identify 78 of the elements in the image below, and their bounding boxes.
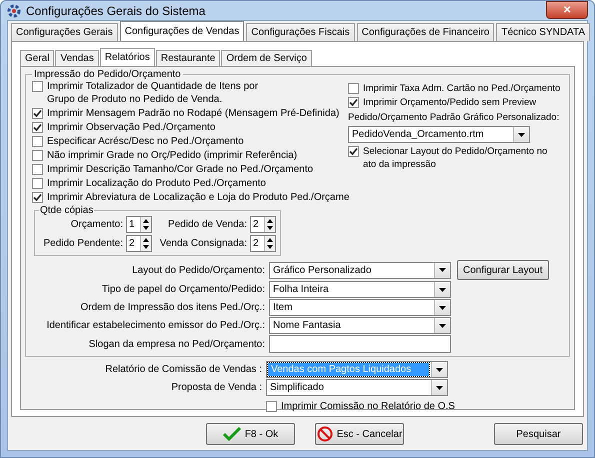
- tab[interactable]: Configurações de Financeiro: [356, 23, 494, 41]
- checkbox-label: Imprimir Taxa Adm. Cartão no Ped./Orçamento: [363, 82, 560, 95]
- spin-arrows-icon[interactable]: [140, 217, 151, 232]
- checkbox[interactable]: [348, 83, 359, 94]
- field-label: Pedido/Orçamento Padrão Gráfico Personalizado:: [348, 111, 560, 124]
- gear-icon: [7, 4, 21, 18]
- field-label: Layout do Pedido/Orçamento:: [131, 264, 265, 276]
- checkmark-icon: [222, 427, 241, 441]
- ok-button[interactable]: F8 - Ok: [206, 423, 295, 445]
- configure-button[interactable]: Configurar Layout: [457, 260, 548, 280]
- checkbox-label: Imprimir Mensagem Padrão no Rodapé (Mensagem Pré-Definida): [47, 107, 340, 120]
- field-label: Orçamento:: [70, 219, 123, 230]
- checkbox-label: Imprimir Descrição Tamanho/Cor Grade no Ped./Orçamento: [47, 163, 314, 176]
- checkbox[interactable]: [32, 108, 43, 119]
- field-label: Tipo de papel do Orçamento/Pedido:: [100, 284, 265, 295]
- tab[interactable]: Geral: [20, 50, 54, 66]
- input-field[interactable]: [269, 335, 451, 353]
- field-label: Pedido de Venda:: [167, 219, 247, 230]
- checkbox[interactable]: [32, 81, 43, 92]
- caret-icon[interactable]: [518, 132, 525, 136]
- caret-icon[interactable]: [439, 324, 446, 328]
- checkbox[interactable]: [32, 122, 43, 133]
- spin-field[interactable]: 2: [250, 235, 276, 252]
- checkbox-label: Imprimir Observação Ped./Orçamento: [47, 121, 216, 134]
- spin-arrows-icon[interactable]: [264, 236, 275, 251]
- checkbox-label: Imprimir Abreviatura de Localização e Loja do Produto Ped./Orçame: [47, 191, 350, 204]
- window-title: Configurações Gerais do Sistema: [26, 4, 206, 18]
- dropdown[interactable]: Gráfico Personalizado: [269, 262, 451, 278]
- checkbox-label: Imprimir Orçamento/Pedido sem Preview: [363, 96, 536, 109]
- dropdown[interactable]: Folha Inteira: [269, 281, 451, 298]
- group-title: Qtde cópias: [39, 205, 94, 216]
- checkbox-label: Imprimir Localização do Produto Ped./Orçamento: [47, 177, 266, 190]
- tab[interactable]: Configurações de Vendas: [120, 21, 244, 41]
- tab[interactable]: Técnico SYNDATA: [496, 23, 590, 41]
- checkbox[interactable]: [32, 164, 43, 175]
- tab[interactable]: Configurações Fiscais: [246, 23, 355, 41]
- field-label: Slogan da empresa no Ped/Orçamento:: [88, 338, 265, 350]
- field-label: Identificar estabelecimento emissor do Ped./Orç.:: [46, 320, 265, 331]
- tab[interactable]: Relatórios: [100, 48, 155, 66]
- caret-icon[interactable]: [436, 368, 443, 372]
- tab[interactable]: Vendas: [55, 50, 99, 66]
- dropdown[interactable]: Item: [269, 299, 451, 316]
- search-button[interactable]: Pesquisar: [494, 423, 583, 445]
- cancel-button[interactable]: Esc - Cancelar: [315, 423, 404, 445]
- checkbox[interactable]: [266, 401, 277, 412]
- tab[interactable]: Ordem de Serviço: [221, 50, 312, 66]
- dropdown[interactable]: Nome Fantasia: [269, 317, 451, 334]
- caret-icon[interactable]: [439, 268, 446, 272]
- checkbox-label: Selecionar Layout do Pedido/Orçamento no ato da impressão: [363, 145, 548, 171]
- checkbox-label: Especificar Acrésc/Desc no Ped./Orçamento: [47, 135, 244, 148]
- field-label: Venda Consignada:: [158, 238, 247, 249]
- spin-arrows-icon[interactable]: [264, 217, 275, 232]
- tab[interactable]: Configurações Gerais: [11, 23, 118, 41]
- checkbox[interactable]: [32, 192, 43, 203]
- checkbox-label: Não imprimir Grade no Orç/Pedido (imprimir Referência): [47, 149, 298, 162]
- caret-icon[interactable]: [436, 386, 443, 390]
- checkbox[interactable]: [348, 146, 359, 157]
- dropdown[interactable]: Simplificado: [266, 379, 448, 396]
- spin-arrows-icon[interactable]: [140, 236, 151, 251]
- checkbox[interactable]: [32, 150, 43, 161]
- checkbox[interactable]: [348, 97, 359, 108]
- field-label: Pedido Pendente:: [42, 238, 123, 249]
- checkbox[interactable]: [32, 136, 43, 147]
- caret-icon[interactable]: [439, 306, 446, 310]
- spin-field[interactable]: 2: [126, 235, 152, 252]
- spin-field[interactable]: 1: [126, 216, 152, 233]
- group-title: Impressão do Pedido/Orçamento: [33, 69, 182, 80]
- dropdown[interactable]: PedidoVenda_Orcamento.rtm: [348, 126, 530, 143]
- field-label: Ordem de Impressão dos itens Ped./Orç.:: [79, 302, 265, 313]
- spin-field[interactable]: 2: [250, 216, 276, 233]
- caret-icon[interactable]: [439, 288, 446, 292]
- field-label: Relatório de Comissão de Vendas :: [104, 364, 262, 375]
- checkbox[interactable]: [32, 178, 43, 189]
- field-label: Proposta de Venda :: [170, 382, 262, 393]
- checkbox-label: Imprimir Totalizador de Quantidade de Itens por Grupo de Produto no Pedido de Venda.: [47, 80, 260, 106]
- no-entry-icon: [316, 426, 333, 442]
- tab[interactable]: Restaurante: [156, 50, 220, 66]
- checkbox-label: Imprimir Comissão no Relatório de O.S: [281, 400, 455, 413]
